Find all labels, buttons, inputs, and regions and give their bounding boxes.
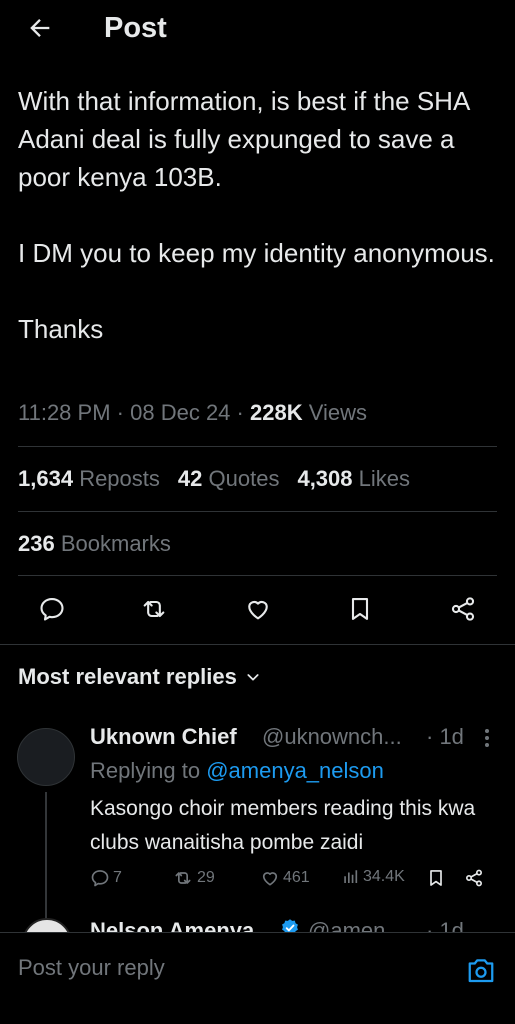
views-label: Views: [308, 400, 368, 425]
reply-icon: [91, 870, 109, 887]
reply-text: Kasongo choir members reading this kwa c…: [90, 797, 476, 854]
repost-icon: [175, 872, 191, 884]
reply-composer: [0, 932, 515, 1024]
more-options-icon[interactable]: [478, 726, 496, 750]
post-paragraph: With that information, is best if the SH…: [18, 86, 469, 192]
share-icon[interactable]: [464, 868, 484, 888]
reply-reply-button[interactable]: 7: [90, 868, 122, 888]
post-paragraph: Thanks: [18, 314, 104, 344]
reposts-stat[interactable]: 1,634 Reposts: [18, 466, 160, 492]
camera-icon[interactable]: [466, 957, 496, 985]
post-time[interactable]: 11:28 PM: [18, 400, 111, 425]
reply-time: · 1d: [426, 724, 464, 749]
bookmark-icon[interactable]: [426, 868, 446, 888]
back-arrow-icon[interactable]: [24, 12, 56, 44]
divider: [18, 575, 497, 576]
share-icon[interactable]: [447, 593, 479, 625]
bookmark-icon[interactable]: [344, 593, 376, 625]
replying-to: Replying to @amenya_nelson: [90, 758, 384, 783]
divider: [18, 511, 497, 512]
like-icon: [262, 872, 278, 886]
reply-like-button[interactable]: 461: [260, 868, 310, 888]
divider: [0, 644, 515, 645]
avatar[interactable]: [17, 728, 75, 786]
post-date[interactable]: 08 Dec 24: [130, 400, 230, 425]
top-bar: Post: [0, 0, 515, 60]
post-paragraph: I DM you to keep my identity anonymous.: [18, 238, 495, 268]
repost-icon[interactable]: [138, 593, 170, 625]
reply-icon[interactable]: [36, 593, 68, 625]
like-icon[interactable]: [242, 593, 274, 625]
post-stats: 1,634 Reposts 42 Quotes 4,308 Likes: [18, 466, 410, 492]
reply-repost-button[interactable]: 29: [172, 868, 215, 888]
post-body: With that information, is best if the SH…: [18, 82, 503, 348]
bookmarks-stat[interactable]: 236 Bookmarks: [18, 531, 171, 557]
replies-sort-dropdown[interactable]: Most relevant replies: [18, 664, 261, 690]
page-title: Post: [104, 12, 167, 44]
reply-author-name[interactable]: Uknown Chief: [90, 724, 237, 750]
post-actions: [0, 593, 515, 629]
reply-author-handle[interactable]: @uknownch...: [262, 724, 402, 750]
chevron-down-icon: [247, 674, 259, 681]
views-icon: [344, 870, 358, 883]
likes-stat[interactable]: 4,308 Likes: [297, 466, 410, 492]
reply-item[interactable]: Nelson Amenya @amen... · 1d: [0, 912, 515, 934]
views-count: 228K: [250, 400, 303, 425]
post-meta: 11:28 PM · 08 Dec 24 · 228K Views: [18, 400, 368, 425]
quotes-stat[interactable]: 42 Quotes: [178, 466, 280, 492]
reply-views-button[interactable]: 34.4K: [342, 868, 405, 886]
divider: [18, 446, 497, 447]
replying-to-link[interactable]: @amenya_nelson: [206, 758, 384, 783]
reply-input[interactable]: [18, 955, 418, 981]
